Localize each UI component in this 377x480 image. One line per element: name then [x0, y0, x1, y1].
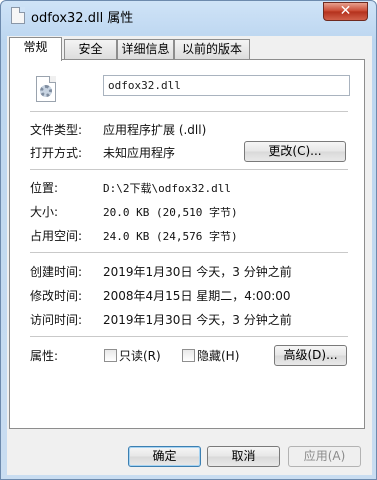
attributes-label: 属性: — [30, 349, 59, 363]
size-label: 大小: — [30, 205, 59, 219]
cancel-button[interactable]: 取消 — [207, 446, 280, 467]
size-on-disk-label: 占用空间: — [30, 229, 83, 243]
hidden-checkbox[interactable] — [182, 349, 195, 362]
separator — [30, 336, 348, 337]
properties-window: odfox32.dll 属性 ✕ 常规 安全 详细信息 以前的版本 odfox3… — [0, 0, 377, 480]
created-label: 创建时间: — [30, 265, 83, 279]
ok-button[interactable]: 确定 — [128, 446, 201, 467]
file-type-label: 文件类型: — [30, 123, 83, 137]
apply-button[interactable]: 应用(A) — [288, 446, 361, 467]
window-title: odfox32.dll 属性 — [31, 11, 134, 26]
readonly-checkbox[interactable] — [104, 349, 117, 362]
general-tab-panel — [9, 59, 365, 429]
opens-with-value: 未知应用程序 — [103, 146, 176, 160]
hidden-label[interactable]: 隐藏(H) — [197, 347, 239, 364]
location-label: 位置: — [30, 181, 59, 195]
gear-icon — [40, 85, 52, 97]
modified-value: 2008年4月15日 星期二，4:00:00 — [103, 289, 291, 303]
separator — [30, 169, 348, 170]
created-value: 2019年1月30日 今天，3 分钟之前 — [103, 265, 292, 279]
accessed-value: 2019年1月30日 今天，3 分钟之前 — [103, 313, 292, 327]
advanced-button[interactable]: 高级(D)... — [274, 345, 347, 366]
separator — [30, 111, 348, 112]
size-on-disk-value: 24.0 KB (24,576 字节) — [103, 230, 238, 243]
opens-with-label: 打开方式: — [30, 146, 83, 160]
tab-details[interactable]: 详细信息 — [117, 39, 174, 59]
location-value: D:\2下载\odfox32.dll — [103, 182, 231, 195]
file-name-field[interactable]: odfox32.dll — [103, 75, 350, 96]
dll-settings-file-icon — [36, 76, 56, 102]
readonly-label[interactable]: 只读(R) — [119, 347, 161, 364]
tab-previous-versions[interactable]: 以前的版本 — [174, 39, 250, 59]
change-button[interactable]: 更改(C)... — [244, 141, 346, 162]
title-bar[interactable]: odfox32.dll 属性 ✕ — [1, 1, 377, 31]
tab-security[interactable]: 安全 — [64, 39, 117, 59]
tab-general[interactable]: 常规 — [9, 37, 62, 61]
separator — [30, 252, 348, 253]
file-type-value: 应用程序扩展 (.dll) — [103, 123, 207, 137]
accessed-label: 访问时间: — [30, 313, 83, 327]
modified-label: 修改时间: — [30, 289, 83, 303]
close-button[interactable]: ✕ — [323, 2, 368, 21]
size-value: 20.0 KB (20,510 字节) — [103, 206, 238, 219]
file-icon — [11, 7, 25, 24]
